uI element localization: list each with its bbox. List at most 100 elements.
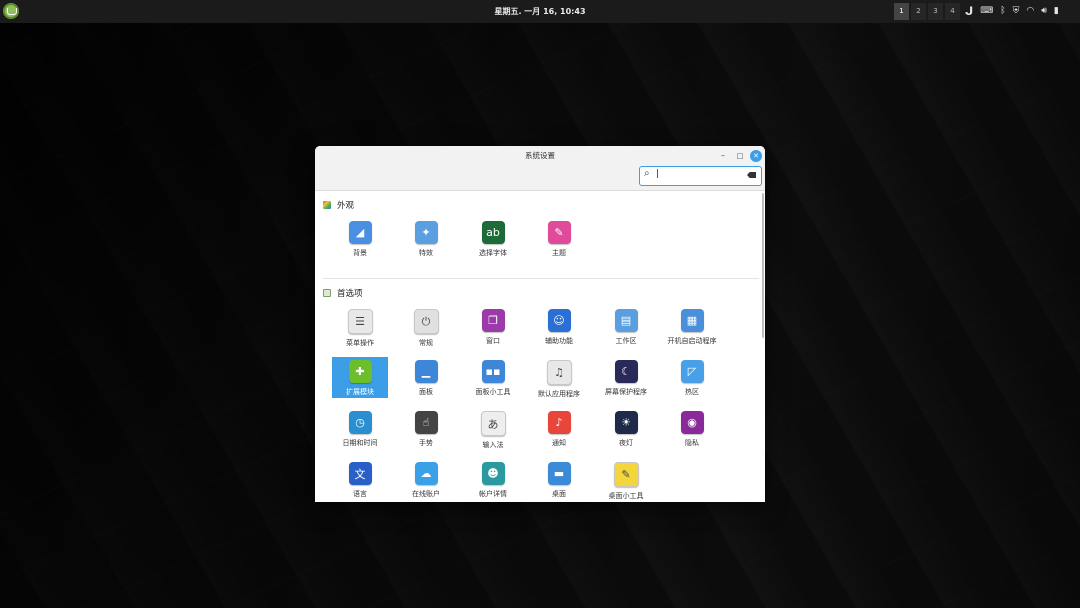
settings-item[interactable]: ✚ 扩展模块 [332,357,388,398]
settings-item-label: 在线账户 [412,490,440,498]
preferred-applications-icon: ♫ [546,360,572,385]
search-icon: ⌕ [644,168,650,179]
top-panel: 星期五. 一月 16, 10:43 1 2 3 4 ᒍ ⌨ ᛒ ⛨ ◠ 🔊︎ ▮ [0,0,1080,23]
settings-item[interactable]: ◢ 背景 [332,218,388,259]
search-text: | [656,169,660,179]
background-icon: ◢ [348,221,372,244]
settings-item-label: 通知 [552,439,566,447]
settings-item-label: 热区 [685,388,699,396]
settings-item[interactable]: ◉ 隐私 [664,408,720,449]
settings-item[interactable]: ⏻ 常规 [398,306,454,347]
settings-item-label: 夜灯 [619,439,633,447]
settings-item-label: 菜单操作 [346,339,374,347]
workspace-4[interactable]: 4 [945,3,960,20]
startup-applications-icon: ▦ [680,309,704,332]
preferences-icon [323,289,331,297]
settings-item-label: 桌面小工具 [608,492,644,500]
section-header-preferences: 首选项 [323,287,363,299]
input-method-icon: あ [480,411,506,436]
close-button[interactable]: ✕ [750,150,762,162]
desktop-icon: ▬ [547,462,571,485]
section-title: 首选项 [337,289,363,299]
minimize-button[interactable]: – [717,150,729,162]
keyboard-icon[interactable]: ⌨ [980,3,993,20]
settings-item[interactable]: ab 选择字体 [465,218,521,259]
settings-item-label: 面板 [419,388,433,396]
settings-item[interactable]: ♫ 默认应用程序 [531,357,587,398]
gestures-icon: ☝ [414,411,438,434]
settings-item[interactable]: ✦ 特效 [398,218,454,259]
privacy-icon: ◉ [680,411,704,434]
settings-item[interactable]: ✎ 主题 [531,218,587,259]
settings-item[interactable]: ▁ 面板 [398,357,454,398]
search-input[interactable]: ⌕ | [639,166,762,186]
settings-item[interactable]: 文语言 [332,459,388,500]
settings-item-label: 特效 [419,249,433,257]
search-bar: ⌕ | [315,166,765,191]
bluetooth-icon[interactable]: ᛒ [1000,3,1005,20]
applets-icon: ▪▪ [481,360,505,383]
notifications-icon: ♪ [547,411,571,434]
settings-item[interactable]: ☰ 菜单操作 [332,306,388,347]
maximize-button[interactable]: □ [734,150,746,162]
settings-item[interactable]: ☁ 在线账户 [398,459,454,500]
hot-corners-icon: ◸ [680,360,704,383]
shield-icon[interactable]: ⛨ [1013,3,1020,20]
settings-item[interactable]: ☀ 夜灯 [598,408,654,449]
workspace-2[interactable]: 2 [911,3,926,20]
settings-item[interactable]: ▬ 桌面 [531,459,587,500]
settings-item[interactable]: ☝ 手势 [398,408,454,449]
settings-item-label: 默认应用程序 [538,390,580,398]
system-tray: ᒍ ⌨ ᛒ ⛨ ◠ 🔊︎ ▮ [965,3,1066,20]
settings-item[interactable]: ♪ 通知 [531,408,587,449]
fonts-icon: ab [481,221,505,244]
settings-item-label: 桌面 [552,490,566,498]
section-divider [323,278,759,279]
settings-item[interactable]: ▤ 工作区 [598,306,654,347]
account-details-icon: ☻ [481,462,505,485]
settings-item[interactable]: ☻ 帐户详情 [465,459,521,500]
settings-item-label: 手势 [419,439,433,447]
settings-item-label: 输入法 [482,441,504,449]
settings-item[interactable]: あ输入法 [465,408,521,449]
settings-item-label: 工作区 [615,337,637,345]
windows-icon: ❐ [481,309,505,332]
settings-item-label: 屏幕保护程序 [605,388,647,396]
appearance-icon [323,201,331,209]
general-icon: ⏻ [413,309,439,334]
settings-item[interactable]: ▪▪ 面板小工具 [465,357,521,398]
battery-icon[interactable]: ▮ [1054,3,1059,20]
online-accounts-icon: ☁ [414,462,438,485]
settings-item-label: 主题 [552,249,566,257]
workspaces-icon: ▤ [614,309,638,332]
window-title: 系统设置 [525,151,555,160]
settings-item-label: 隐私 [685,439,699,447]
accessibility-icon: ☺ [547,309,571,332]
settings-item-label: 面板小工具 [475,388,511,396]
clear-icon[interactable] [747,172,756,178]
settings-item[interactable]: ❐ 窗口 [465,306,521,347]
settings-item[interactable]: ☺ 辅助功能 [531,306,587,347]
settings-item[interactable]: ▦ 开机自启动程序 [664,306,720,347]
settings-item[interactable]: ◷ 日期和时间 [332,408,388,449]
settings-item-label: 语言 [353,490,367,498]
screensaver-icon: ☾ [614,360,638,383]
settings-item-label: 帐户详情 [479,490,507,498]
settings-item-label: 开机自启动程序 [667,337,717,345]
workspace-1[interactable]: 1 [894,3,909,20]
settings-item-label: 扩展模块 [346,388,374,396]
wifi-icon[interactable]: ◠ [1026,3,1034,20]
system-settings-window: 系统设置 – □ ✕ ⌕ | 外观 首选项 ◢ 背景 ✦ 特效 ab 选择字体 ✎ 主题 ☰ 菜单… [315,146,765,502]
menu-icon: ☰ [347,309,373,334]
settings-item-label: 常规 [419,339,433,347]
title-bar[interactable]: 系统设置 – □ ✕ [315,146,765,166]
volume-icon[interactable]: 🔊︎ [1041,3,1047,20]
settings-item-label: 辅助功能 [545,337,573,345]
workspace-3[interactable]: 3 [928,3,943,20]
update-manager-icon[interactable]: ᒍ [965,3,973,20]
section-title: 外观 [337,201,355,211]
settings-item[interactable]: ◸ 热区 [664,357,720,398]
settings-item[interactable]: ☾ 屏幕保护程序 [598,357,654,398]
scrollbar[interactable] [762,193,764,338]
settings-item[interactable]: ✎ 桌面小工具 [598,459,654,500]
